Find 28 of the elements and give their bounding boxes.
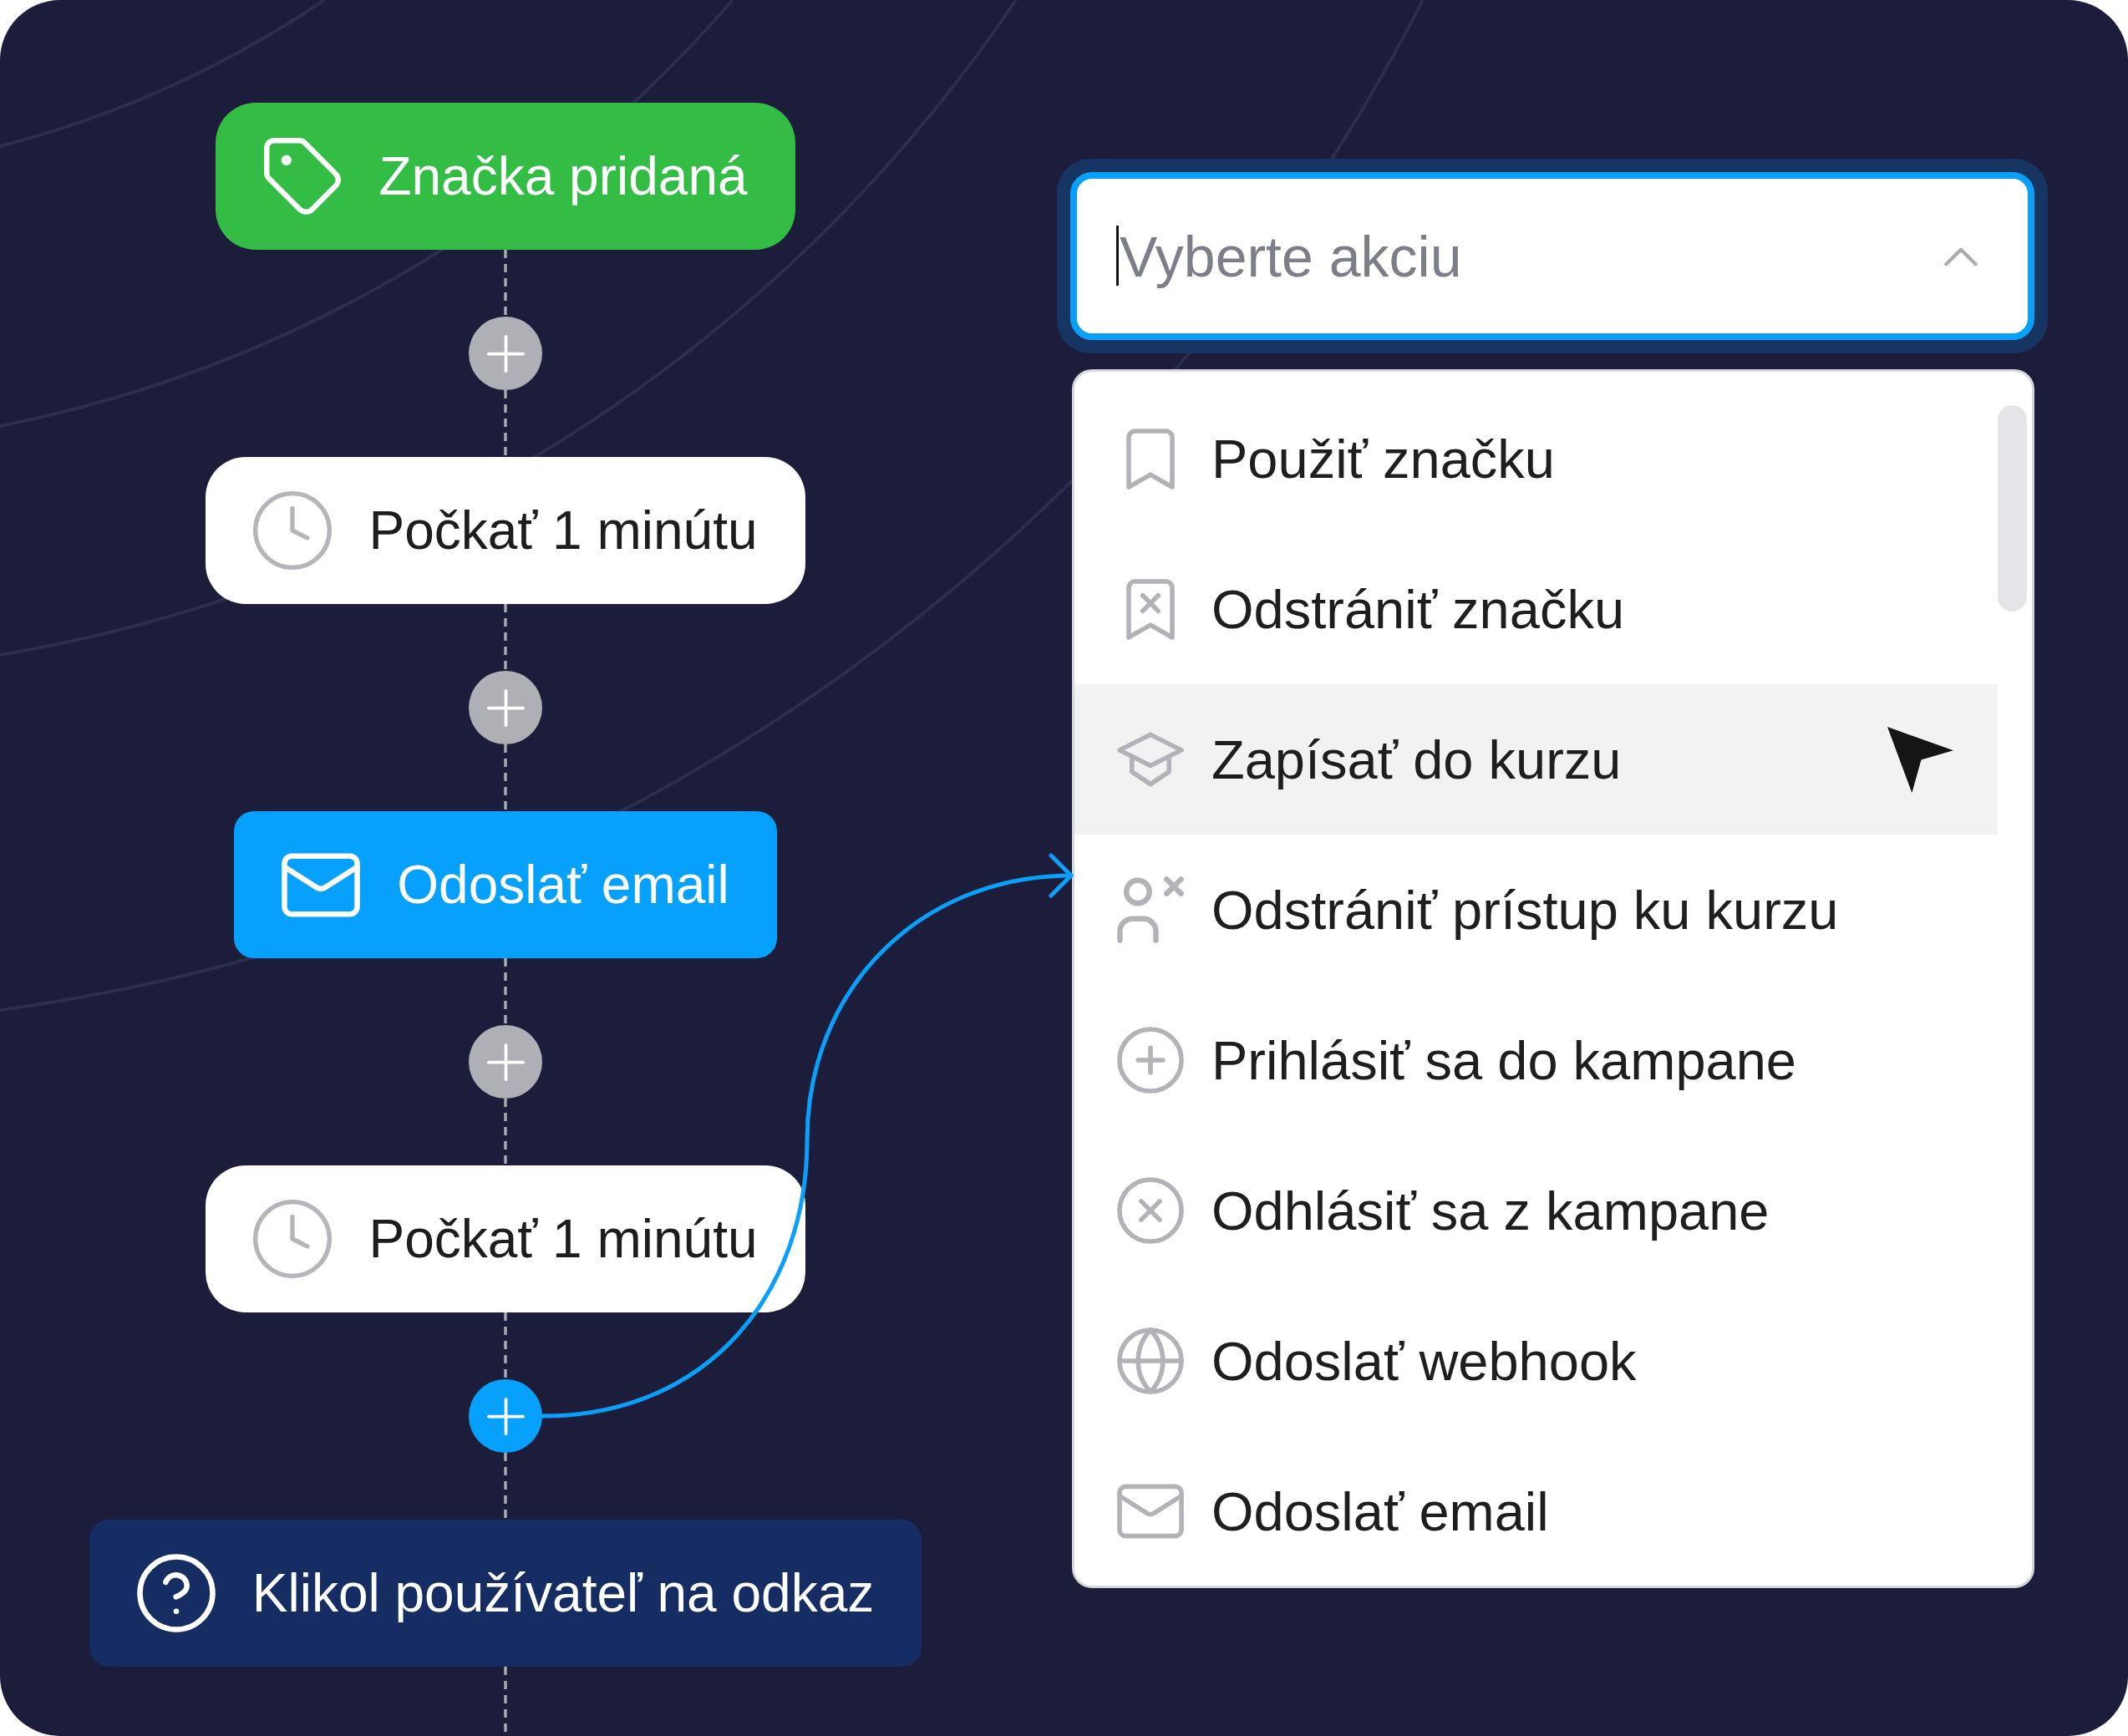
scrollbar-thumb[interactable] [1998,405,2027,612]
plus-icon [486,334,525,373]
step-label: Počkať 1 minútu [368,504,758,557]
dropdown-option[interactable]: Zapísať do kurzu [1074,684,1998,835]
action-select-field[interactable]: Vyberte akciu [1070,172,2034,340]
question-icon [136,1554,216,1632]
step-label: Odoslať email [397,858,729,911]
plus-icon [486,1043,525,1081]
graduation-cap-icon [1116,732,1184,787]
step-label: Počkať 1 minútu [368,1212,758,1266]
envelope-icon [282,852,361,917]
bookmark-x-icon [1125,578,1175,640]
circle-plus-icon [1116,1027,1184,1094]
plus-icon [486,1397,525,1435]
text-cursor-icon [1116,226,1119,286]
step-card[interactable]: Klikol používateľ na odkaz [89,1520,922,1667]
circle-x-icon [1116,1177,1184,1244]
globe-icon [1116,1327,1184,1394]
envelope-icon [1116,1484,1184,1539]
plus-icon [486,688,525,727]
mouse-pointer-icon [1887,725,1954,794]
step-card[interactable]: Počkať 1 minútu [206,457,805,604]
user-x-icon [1116,876,1184,943]
tag-icon [263,137,343,216]
clock-icon [253,1200,333,1278]
clock-icon [253,491,333,570]
bookmark-icon [1125,428,1175,490]
step-card[interactable]: Počkať 1 minútu [206,1165,805,1312]
